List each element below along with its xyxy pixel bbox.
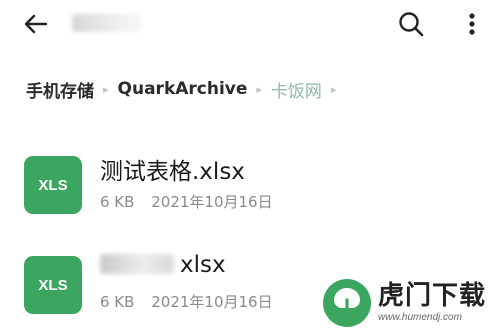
- watermark: 虎门下载 www.humendj.com: [322, 276, 500, 330]
- more-vertical-icon[interactable]: [458, 9, 486, 39]
- breadcrumb-separator-icon: ▸: [256, 82, 262, 96]
- blurred-file-name: [100, 254, 174, 274]
- breadcrumb-item-current[interactable]: 卡饭网: [271, 77, 322, 102]
- search-icon[interactable]: [396, 9, 426, 39]
- xls-file-icon: XLS: [24, 256, 82, 314]
- file-name: xlsx: [100, 252, 226, 278]
- arrow-left-icon[interactable]: [22, 10, 50, 38]
- watermark-url: www.humendj.com: [378, 312, 462, 323]
- top-app-bar: [0, 0, 500, 50]
- file-size: 6 KB: [100, 293, 135, 311]
- file-size: 6 KB: [100, 193, 135, 211]
- watermark-text: 虎门下载 www.humendj.com: [378, 281, 486, 325]
- breadcrumb-separator-icon: ▸: [330, 82, 337, 96]
- breadcrumb-item-quarkarchive[interactable]: QuarkArchive: [118, 79, 248, 99]
- file-meta: 6 KB 2021年10月16日: [100, 291, 273, 312]
- breadcrumb-item-storage[interactable]: 手机存储: [26, 77, 94, 102]
- file-list-item[interactable]: XLS 测试表格.xlsx 6 KB 2021年10月16日: [0, 150, 500, 220]
- blurred-title: [72, 14, 142, 32]
- xls-file-icon: XLS: [24, 156, 82, 214]
- file-name-suffix: xlsx: [180, 252, 226, 278]
- file-meta: 6 KB 2021年10月16日: [100, 191, 273, 212]
- watermark-name: 虎门下载: [378, 281, 487, 311]
- file-name: 测试表格.xlsx: [100, 159, 245, 185]
- file-date: 2021年10月16日: [151, 193, 273, 211]
- breadcrumb: 手机存储 ▸ QuarkArchive ▸ 卡饭网 ▸: [26, 76, 345, 102]
- site-logo-icon: [323, 279, 371, 327]
- file-date: 2021年10月16日: [151, 293, 273, 311]
- breadcrumb-separator-icon: ▸: [103, 82, 109, 96]
